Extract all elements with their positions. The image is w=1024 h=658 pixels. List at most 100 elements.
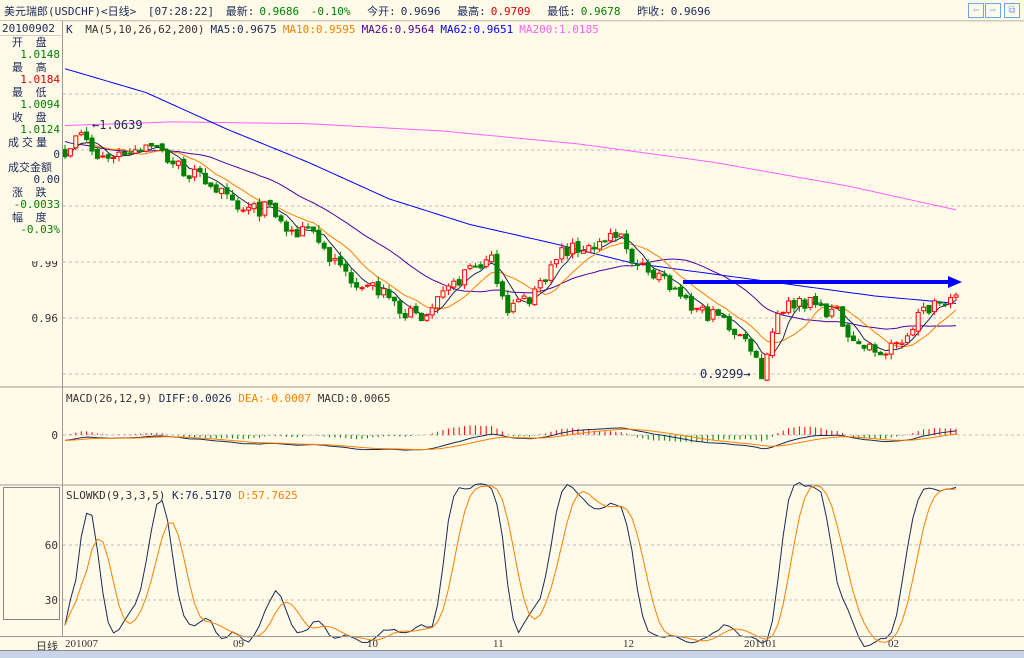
candle-down (564, 246, 570, 256)
x-tick: 12 (623, 638, 634, 650)
kd-legend: SLOWKD(9,3,3,5) K:76.5170 D:57.7625 (66, 489, 298, 502)
candle-down (278, 215, 284, 222)
candle-down (721, 314, 727, 318)
candle-up (262, 201, 268, 216)
candle-up (921, 306, 927, 312)
k-value: K:76.5170 (171, 489, 232, 502)
candle-down (165, 149, 171, 163)
macd-value: MACD:0.0065 (317, 392, 391, 405)
candle-up (359, 287, 365, 290)
candle-up (364, 284, 370, 287)
candle-down (823, 303, 829, 318)
candle-down (726, 316, 732, 331)
ma5-value: MA5:0.9675 (210, 23, 277, 36)
candle-up (694, 307, 700, 310)
candle-up (521, 295, 527, 300)
x-axis: 日线 201007 09 10 11 12 201101 02 (0, 636, 1024, 653)
candle-down (84, 131, 90, 141)
candle-down (283, 221, 289, 232)
candle-up (931, 300, 937, 313)
candle-down (354, 282, 360, 288)
candle-up (143, 144, 149, 152)
candle-up (116, 151, 122, 158)
candle-up (888, 342, 894, 355)
x-tick: 10 (367, 638, 378, 650)
candle-up (899, 342, 905, 345)
candle-down (791, 300, 797, 309)
candle-up (483, 259, 489, 267)
candle-down (634, 263, 640, 266)
candle-up (597, 241, 603, 250)
low-annotation: 0.9299→ (700, 367, 751, 381)
candle-down (316, 229, 322, 243)
candle-up (73, 135, 79, 149)
candle-up (580, 250, 586, 254)
candle-up (948, 297, 954, 305)
candle-up (510, 302, 516, 313)
candle-down (672, 287, 678, 290)
candle-down (591, 246, 597, 250)
candle-down (138, 149, 144, 152)
candle-down (629, 248, 635, 264)
ma-params: MA(5,10,26,62,200) (85, 23, 205, 36)
drawn-arrow-head-icon (948, 276, 962, 288)
candle-up (548, 264, 554, 281)
candle-down (759, 357, 765, 380)
y-label: 0.96 (31, 312, 59, 325)
candle-down (337, 256, 343, 266)
candle-up (586, 245, 592, 253)
candle-up (429, 307, 435, 316)
candle-down (651, 269, 657, 279)
candle-down (170, 160, 176, 165)
candle-up (640, 262, 646, 265)
candle-down (224, 187, 230, 195)
candle-up (132, 149, 138, 154)
kd-label: 60 (44, 539, 58, 552)
dea-value: DEA:-0.0007 (238, 392, 312, 405)
candle-up (559, 247, 565, 260)
candle-down (748, 338, 754, 352)
candle-up (435, 296, 441, 309)
high-annotation: ←1.0639 (92, 118, 143, 132)
ma10-value: MA10:0.9595 (282, 23, 356, 36)
candle-down (305, 226, 311, 229)
candle-up (240, 209, 246, 212)
candle-up (764, 353, 770, 381)
candle-down (499, 281, 505, 297)
candle-down (413, 305, 419, 314)
candle-up (883, 353, 889, 356)
candle-down (613, 231, 619, 238)
candle-up (424, 315, 430, 321)
candle-up (251, 203, 257, 210)
x-tick: 02 (888, 638, 899, 650)
candle-up (807, 296, 813, 308)
candle-down (942, 303, 948, 306)
candle-up (489, 254, 495, 263)
candle-up (175, 160, 181, 166)
candle-up (710, 309, 716, 320)
kd-label: 30 (44, 594, 58, 607)
x-tick: 11 (493, 638, 504, 650)
candle-up (537, 280, 543, 289)
candle-up (737, 334, 743, 337)
macd-legend: MACD(26,12,9) DIFF:0.0026 DEA:-0.0007 MA… (66, 392, 391, 405)
candle-down (229, 194, 235, 201)
candle-down (861, 344, 867, 349)
candle-down (872, 344, 878, 353)
candle-up (440, 290, 446, 298)
candle-down (856, 341, 862, 345)
candle-up (894, 342, 900, 345)
candle-up (532, 288, 538, 306)
candle-down (105, 154, 111, 159)
candle-up (289, 229, 295, 232)
candle-down (386, 289, 392, 298)
d-value: D:57.7625 (238, 489, 298, 502)
candle-up (656, 272, 662, 281)
ma62-line (64, 68, 957, 304)
d-line (64, 485, 957, 643)
candle-up (332, 258, 338, 261)
diff-value: DIFF:0.0026 (158, 392, 232, 405)
chart-canvas[interactable]: ←1.0639 0.9299→ (0, 0, 1024, 658)
candle-down (267, 200, 273, 206)
x-tick: 201007 (65, 638, 98, 650)
